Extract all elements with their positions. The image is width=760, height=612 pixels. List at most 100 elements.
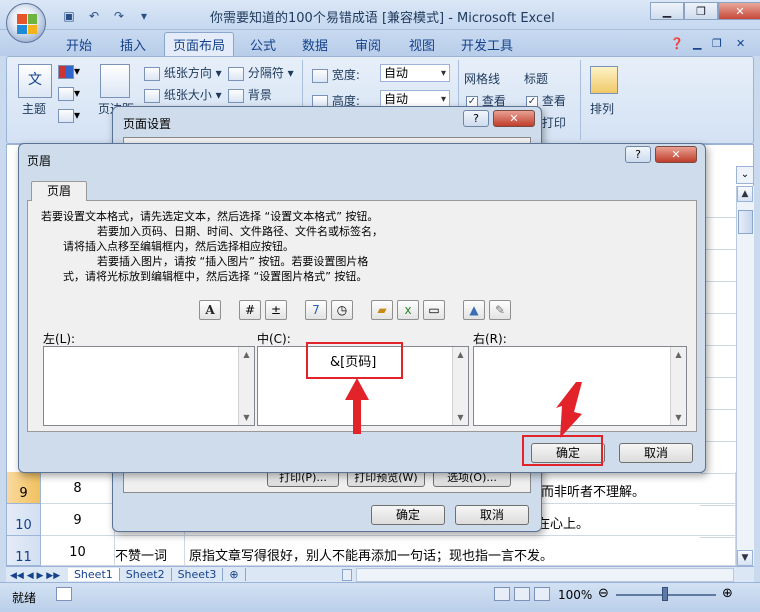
table-cell[interactable]: 10 (41, 536, 115, 566)
header-cancel-button[interactable]: 取消 (619, 443, 693, 463)
size-button[interactable]: 纸张大小 ▾ (144, 86, 222, 103)
insert-file-name-icon[interactable]: x (397, 300, 419, 320)
ribbon-restore-icon[interactable]: ❐ (712, 37, 722, 50)
sheet-tab-2[interactable]: Sheet2 (120, 568, 172, 581)
scroll-up-icon[interactable]: ▲ (239, 347, 254, 362)
tab-splitter[interactable] (342, 569, 352, 581)
left-editbox-scrollbar[interactable]: ▲ ▼ (238, 347, 254, 425)
minimize-button[interactable]: ▁ (650, 2, 684, 20)
table-cell[interactable]: 不赞一词 (115, 536, 185, 566)
left-section-editbox[interactable]: ▲ ▼ (43, 346, 255, 426)
page-setup-cancel-button[interactable]: 取消 (455, 505, 529, 525)
scroll-up-icon[interactable]: ▲ (737, 186, 753, 202)
insert-page-count-icon[interactable]: ± (265, 300, 287, 320)
header-dialog-title: 页眉 (27, 154, 52, 168)
tab-data[interactable]: 数据 (302, 35, 328, 54)
scroll-up-icon[interactable]: ▲ (453, 347, 468, 362)
tab-developer[interactable]: 开发工具 (461, 35, 513, 54)
formula-expand-icon[interactable]: ⌄ (736, 166, 754, 184)
insert-file-path-icon[interactable]: ▰ (371, 300, 393, 320)
tab-insert[interactable]: 插入 (120, 35, 146, 54)
theme-fonts-icon[interactable]: ▾ (58, 86, 80, 101)
row-header[interactable]: 11 (7, 536, 41, 566)
page-break-view-icon[interactable] (534, 587, 550, 601)
insert-time-icon[interactable]: ◷ (331, 300, 353, 320)
office-button[interactable] (6, 3, 46, 43)
scroll-down-icon[interactable]: ▼ (737, 550, 753, 566)
tab-formulas[interactable]: 公式 (250, 35, 276, 54)
scroll-down-icon[interactable]: ▼ (671, 410, 686, 425)
theme-label: 主题 (22, 102, 47, 116)
format-picture-icon[interactable]: ✎ (489, 300, 511, 320)
insert-page-number-icon[interactable]: # (239, 300, 261, 320)
gridlines-label: 网格线 (464, 72, 501, 86)
horizontal-scrollbar[interactable] (356, 568, 734, 582)
macro-record-icon[interactable] (56, 587, 72, 601)
center-section-label: 中(C): (257, 332, 291, 346)
office-logo-icon (17, 14, 37, 34)
theme-colors-icon[interactable]: ▾ (58, 64, 80, 79)
background-icon (228, 88, 244, 103)
normal-view-icon[interactable] (494, 587, 510, 601)
redo-icon[interactable]: ↷ (108, 7, 130, 25)
background-button[interactable]: 背景 (228, 86, 272, 103)
new-sheet-icon[interactable]: ⊕ (223, 568, 246, 581)
theme-effects-icon[interactable]: ▾ (58, 108, 80, 123)
tab-home[interactable]: 开始 (66, 35, 92, 54)
orientation-button[interactable]: 纸张方向 ▾ (144, 64, 222, 81)
undo-icon[interactable]: ↶ (83, 7, 105, 25)
theme-icon[interactable]: 文 (18, 64, 52, 98)
scroll-up-icon[interactable]: ▲ (671, 347, 686, 362)
arrange-icon[interactable] (590, 66, 618, 94)
tab-review[interactable]: 审阅 (355, 35, 381, 54)
scroll-down-icon[interactable]: ▼ (453, 410, 468, 425)
insert-date-icon[interactable]: 7 (305, 300, 327, 320)
format-text-icon[interactable]: A (199, 300, 221, 320)
orientation-icon (144, 66, 160, 81)
right-editbox-scrollbar[interactable]: ▲ ▼ (670, 347, 686, 425)
vertical-scrollbar[interactable]: ▲ ▼ (736, 186, 754, 566)
ribbon-close-icon[interactable]: ✕ (736, 37, 745, 50)
page-layout-view-icon[interactable] (514, 587, 530, 601)
scroll-down-icon[interactable]: ▼ (239, 410, 254, 425)
tab-view[interactable]: 视图 (409, 35, 435, 54)
margins-icon[interactable] (100, 64, 130, 98)
restore-button[interactable]: ❐ (684, 2, 718, 20)
header-tab[interactable]: 页眉 (31, 181, 87, 201)
page-setup-close-icon[interactable]: ✕ (493, 110, 535, 127)
status-ready: 就绪 (12, 591, 37, 605)
zoom-level[interactable]: 100% (558, 588, 592, 602)
sheet-tab-3[interactable]: Sheet3 (172, 568, 224, 581)
table-cell[interactable]: 8 (41, 472, 115, 504)
header-close-icon[interactable]: ✕ (655, 146, 697, 163)
zoom-in-icon[interactable]: ⊕ (722, 586, 733, 601)
insert-picture-icon[interactable]: ▲ (463, 300, 485, 320)
page-setup-help-icon[interactable]: ? (463, 110, 489, 127)
arrange-label: 排列 (590, 102, 615, 116)
scroll-thumb[interactable] (738, 210, 753, 234)
insert-sheet-name-icon[interactable]: ▭ (423, 300, 445, 320)
size-icon (144, 88, 160, 103)
customize-qat-icon[interactable]: ▾ (133, 7, 155, 25)
tab-page-layout[interactable]: 页面布局 (164, 32, 235, 58)
sheet-tab-1[interactable]: Sheet1 (67, 568, 120, 581)
save-icon[interactable]: ▣ (58, 7, 80, 25)
help-icon[interactable]: ❓ (670, 37, 684, 50)
ribbon-tabs: 开始 插入 页面布局 公式 数据 审阅 视图 开发工具 (0, 30, 760, 58)
sheet-nav-icons[interactable]: ◀◀ ◀ ▶ ▶▶ (6, 571, 64, 581)
breaks-button[interactable]: 分隔符 ▾ (228, 64, 294, 81)
ribbon-divider (580, 60, 581, 140)
zoom-slider-thumb[interactable] (662, 587, 668, 601)
header-help-icon[interactable]: ? (625, 146, 651, 163)
zoom-out-icon[interactable]: ⊖ (598, 586, 609, 601)
row-header[interactable]: 9 (7, 472, 41, 504)
width-combo[interactable]: 自动 (380, 64, 450, 82)
row-header[interactable]: 10 (7, 504, 41, 536)
close-button[interactable]: ✕ (718, 2, 760, 20)
page-setup-ok-button[interactable]: 确定 (371, 505, 445, 525)
window-title: 你需要知道的100个易错成语 [兼容模式] - Microsoft Excel (210, 11, 555, 26)
center-editbox-scrollbar[interactable]: ▲ ▼ (452, 347, 468, 425)
table-cell[interactable]: 原指文章写得很好，别人不能再添加一句话；现也指一言不发。 (185, 536, 736, 566)
ribbon-minimize-icon[interactable]: ▁ (693, 37, 701, 50)
table-cell[interactable]: 9 (41, 504, 115, 536)
